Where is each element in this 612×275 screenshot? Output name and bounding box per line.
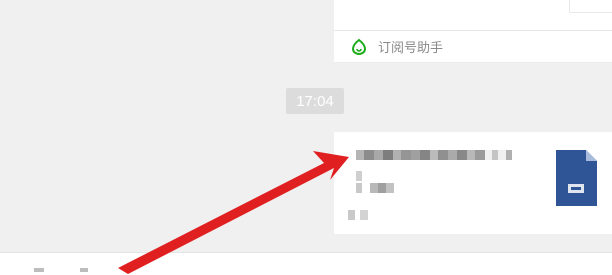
previous-message-card[interactable] [334,0,612,31]
word-document-icon[interactable] [554,149,598,207]
subscription-assistant-icon [351,38,367,55]
blurred-footer-line [348,210,368,220]
card-corner [569,0,612,13]
blurred-input-text [34,268,44,272]
source-label: 订阅号助手 [378,40,444,55]
blurred-input-text [80,268,88,272]
message-source-row[interactable]: 订阅号助手 [334,31,612,63]
blurred-subtitle-line [356,171,362,181]
timestamp-badge: 17:04 [286,88,344,114]
chat-input-area[interactable] [0,252,612,275]
blurred-size-line [356,183,394,193]
blurred-title-line [356,150,512,160]
